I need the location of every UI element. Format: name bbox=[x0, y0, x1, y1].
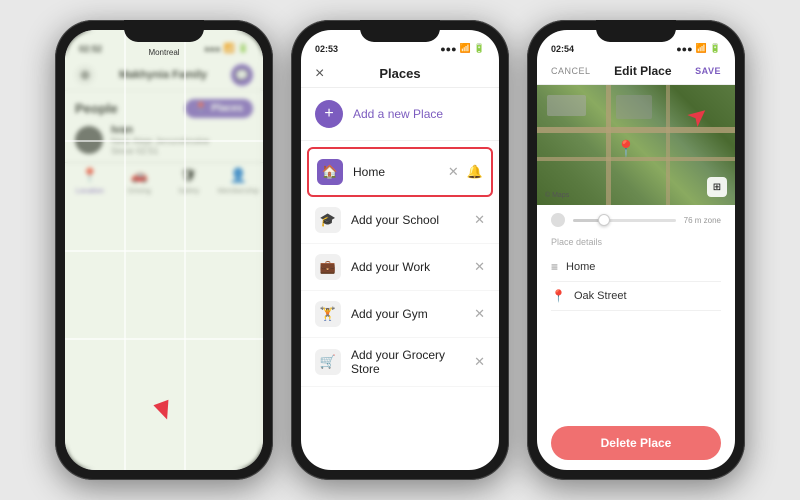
map-location-pin: 📍 bbox=[616, 139, 636, 159]
places-header: × Places bbox=[301, 58, 499, 88]
remove-home-icon[interactable]: ✕ bbox=[448, 164, 459, 180]
school-place-item[interactable]: 🎓 Add your School ✕ bbox=[301, 197, 499, 244]
map-city-label: Montreal bbox=[148, 48, 179, 57]
delete-place-button[interactable]: Delete Place bbox=[551, 426, 721, 460]
home-place-item-highlighted[interactable]: 🏠 Home ✕ 🔔 bbox=[307, 147, 493, 197]
place-address-row[interactable]: 📍 Oak Street bbox=[551, 282, 721, 311]
work-label: Add your Work bbox=[351, 260, 464, 274]
places-title: Places bbox=[379, 66, 420, 81]
remove-gym-icon[interactable]: ✕ bbox=[474, 306, 485, 322]
edit-place-screen: CANCEL Edit Place SAVE 📍 ➤ bbox=[537, 58, 735, 470]
add-place-icon: + bbox=[315, 100, 343, 128]
radius-slider[interactable] bbox=[573, 219, 676, 222]
delete-place-wrap: Delete Place bbox=[537, 414, 735, 470]
save-button[interactable]: SAVE bbox=[695, 66, 721, 76]
gym-place-item[interactable]: 🏋 Add your Gym ✕ bbox=[301, 291, 499, 338]
notch-1 bbox=[124, 20, 204, 42]
gym-label: Add your Gym bbox=[351, 307, 464, 321]
bell-icon[interactable]: 🔔 bbox=[467, 164, 483, 180]
place-name-row[interactable]: ≡ Home bbox=[551, 253, 721, 282]
edit-place-header: CANCEL Edit Place SAVE bbox=[537, 58, 735, 85]
time-2: 02:53 bbox=[315, 44, 338, 54]
place-details-section: Place details ≡ Home 📍 Oak Street bbox=[537, 231, 735, 414]
work-icon: 💼 bbox=[315, 254, 341, 280]
places-screen: × Places + Add a new Place 🏠 Home ✕ 🔔 bbox=[301, 58, 499, 470]
place-type-icon: ≡ bbox=[551, 260, 558, 274]
remove-grocery-icon[interactable]: ✕ bbox=[474, 354, 485, 370]
home-icon: 🏠 bbox=[317, 159, 343, 185]
school-icon: 🎓 bbox=[315, 207, 341, 233]
cancel-button[interactable]: CANCEL bbox=[551, 66, 591, 76]
edit-place-title: Edit Place bbox=[614, 64, 671, 78]
phone-2: 02:53 ●●● 📶 🔋 × Places + Add a new Place bbox=[291, 20, 509, 480]
place-address-value: Oak Street bbox=[574, 290, 627, 302]
map-layers-icon[interactable]: ⊞ bbox=[707, 177, 727, 197]
add-new-place-row[interactable]: + Add a new Place bbox=[301, 88, 499, 141]
grocery-label: Add your Grocery Store bbox=[351, 348, 464, 376]
map-attribution-label: © Maps bbox=[545, 192, 569, 199]
close-icon[interactable]: × bbox=[315, 65, 324, 83]
school-label: Add your School bbox=[351, 213, 464, 227]
phone-1: 02:52 ●●● 📶 🔋 ⚙ Makhynia Family 💬 Montre… bbox=[55, 20, 273, 480]
location-pin-icon: 📍 bbox=[551, 289, 566, 303]
radius-min-icon bbox=[551, 213, 565, 227]
edit-map-view[interactable]: 📍 ➤ © Maps ⊞ bbox=[537, 85, 735, 205]
grocery-icon: 🛒 bbox=[315, 349, 341, 375]
place-name-value: Home bbox=[566, 261, 595, 273]
place-details-heading: Place details bbox=[551, 237, 721, 247]
remove-work-icon[interactable]: ✕ bbox=[474, 259, 485, 275]
gym-icon: 🏋 bbox=[315, 301, 341, 327]
grocery-place-item[interactable]: 🛒 Add your Grocery Store ✕ bbox=[301, 338, 499, 387]
phone-3: 02:54 ●●● 📶 🔋 CANCEL Edit Place SAVE bbox=[527, 20, 745, 480]
time-3: 02:54 bbox=[551, 44, 574, 54]
radius-control: 76 m zone bbox=[537, 205, 735, 231]
notch-2 bbox=[360, 20, 440, 42]
work-place-item[interactable]: 💼 Add your Work ✕ bbox=[301, 244, 499, 291]
remove-school-icon[interactable]: ✕ bbox=[474, 212, 485, 228]
add-place-label: Add a new Place bbox=[353, 107, 443, 121]
home-label: Home bbox=[353, 165, 438, 179]
zone-label: 76 m zone bbox=[684, 216, 721, 225]
notch-3 bbox=[596, 20, 676, 42]
